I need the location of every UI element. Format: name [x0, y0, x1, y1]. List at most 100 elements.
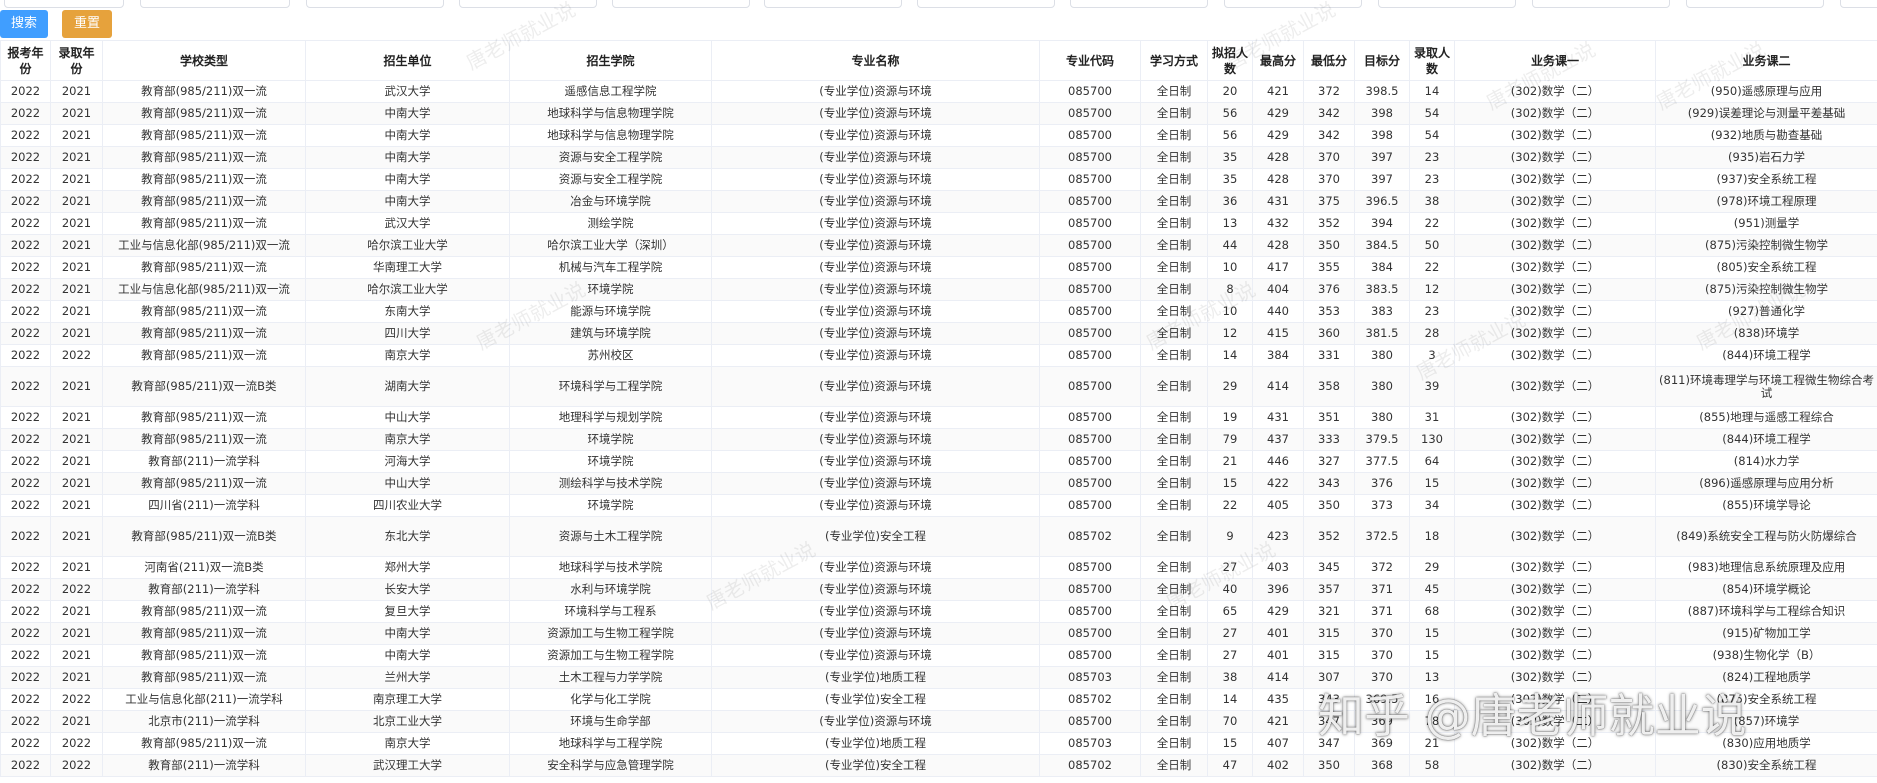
table-row[interactable]: 2022 2022 教育部(985/211)双一流 南京大学 地球科学与工程学院 (专业学…: [0, 732, 1877, 755]
column-header[interactable]: 业务课二: [1655, 40, 1877, 81]
table-cell: 085700: [1039, 102, 1141, 125]
table-row[interactable]: 2022 2021 教育部(985/211)双一流 东南大学 能源与环境学院 (专业学位)…: [0, 300, 1877, 323]
table-cell: 2022: [0, 102, 51, 125]
table-row[interactable]: 2022 2021 教育部(985/211)双一流 中山大学 地理科学与规划学院 (专业学…: [0, 406, 1877, 429]
table-row[interactable]: 2022 2022 教育部(211)一流学科 武汉理工大学 安全科学与应急管理学院 (专业…: [0, 754, 1877, 777]
table-row[interactable]: 2022 2021 教育部(985/211)双一流 中南大学 资源加工与生物工程学院 (专…: [0, 622, 1877, 645]
table-cell: (875)污染控制微生物学: [1655, 234, 1877, 257]
table-cell: 全日制: [1140, 622, 1208, 645]
column-header[interactable]: 最低分: [1303, 40, 1355, 81]
column-header[interactable]: 最高分: [1252, 40, 1304, 81]
table-row[interactable]: 2022 2021 工业与信息化部(985/211)双一流 哈尔滨工业大学 环境学院 (专…: [0, 278, 1877, 301]
filter-input[interactable]: 目标分: [1686, 0, 1824, 8]
table-row[interactable]: 2022 2021 教育部(985/211)双一流 中南大学 冶金与环境学院 (专业学位)…: [0, 190, 1877, 213]
table-row[interactable]: 2022 2021 四川省(211)一流学科 四川农业大学 环境学院 (专业学位)资源与环…: [0, 494, 1877, 517]
filter-input[interactable]: 最低分: [1532, 0, 1670, 8]
table-cell: (854)环境学概论: [1655, 578, 1877, 601]
column-header[interactable]: 学校类型: [102, 40, 306, 81]
filter-input[interactable]: 学习方式: [1224, 0, 1362, 8]
table-cell: 373: [1354, 494, 1410, 517]
column-header[interactable]: 业务课一: [1454, 40, 1656, 81]
table-cell: 12: [1409, 278, 1455, 301]
table-row[interactable]: 2022 2021 河南省(211)双一流B类 郑州大学 地球科学与技术学院 (专业学位)…: [0, 556, 1877, 579]
table-row[interactable]: 2022 2021 教育部(985/211)双一流 兰州大学 土木工程与力学学院 (专业学…: [0, 666, 1877, 689]
filter-input[interactable]: 报考年份: [4, 0, 124, 8]
column-header[interactable]: 学习方式: [1140, 40, 1208, 81]
table-cell: 2021: [50, 556, 103, 579]
table-cell: 27: [1207, 644, 1253, 667]
table-cell: 085700: [1039, 322, 1141, 345]
column-header[interactable]: 目标分: [1354, 40, 1410, 81]
table-cell: 370: [1354, 644, 1410, 667]
column-header[interactable]: 招生单位: [305, 40, 510, 81]
filter-input[interactable]: 专业名称: [917, 0, 1055, 8]
table-row[interactable]: 2022 2021 教育部(985/211)双一流 武汉大学 测绘学院 (专业学位)资源与…: [0, 212, 1877, 235]
table-cell: 10: [1207, 300, 1253, 323]
table-cell: 44: [1207, 234, 1253, 257]
filter-input[interactable]: 省份: [459, 0, 597, 8]
table-cell: 2022: [0, 754, 51, 777]
table-cell: 2021: [50, 366, 103, 407]
table-cell: 武汉大学: [305, 80, 510, 103]
column-header[interactable]: 录取年份: [50, 40, 103, 81]
table-cell: 398.5: [1354, 80, 1410, 103]
table-cell: (302)数学（二）: [1454, 450, 1656, 473]
table-cell: 全日制: [1140, 666, 1208, 689]
table-row[interactable]: 2022 2021 教育部(985/211)双一流 中南大学 地球科学与信息物理学院 (专…: [0, 102, 1877, 125]
table-row[interactable]: 2022 2021 教育部(985/211)双一流 中南大学 资源加工与生物工程学院 (专…: [0, 644, 1877, 667]
table-cell: 440: [1252, 300, 1304, 323]
reset-button[interactable]: 重置: [62, 10, 112, 38]
table-row[interactable]: 2022 2021 教育部(985/211)双一流B类 东北大学 资源与土木工程学院 (专…: [0, 516, 1877, 557]
column-header[interactable]: 拟招人数: [1207, 40, 1253, 81]
filter-input[interactable]: 招生学院: [764, 0, 902, 8]
table-cell: 中南大学: [305, 168, 510, 191]
search-button[interactable]: 搜索: [0, 10, 48, 38]
table-row[interactable]: 2022 2021 教育部(985/211)双一流 武汉大学 遥感信息工程学院 (专业学位…: [0, 80, 1877, 103]
column-header[interactable]: 录取人数: [1409, 40, 1455, 81]
table-row[interactable]: 2022 2021 教育部(985/211)双一流 四川大学 建筑与环境学院 (专业学位)…: [0, 322, 1877, 345]
table-cell: 085700: [1039, 600, 1141, 623]
table-row[interactable]: 2022 2022 教育部(985/211)双一流 南京大学 苏州校区 (专业学位)资源与…: [0, 344, 1877, 367]
table-cell: (302)数学（二）: [1454, 556, 1656, 579]
table-row[interactable]: 2022 2021 教育部(985/211)双一流 中南大学 地球科学与信息物理学院 (专…: [0, 124, 1877, 147]
column-header[interactable]: 招生学院: [509, 40, 712, 81]
filter-input[interactable]: 业务课一: [1840, 0, 1877, 8]
table-row[interactable]: 2022 2021 教育部(985/211)双一流 南京大学 环境学院 (专业学位)资源与…: [0, 428, 1877, 451]
column-header[interactable]: 专业名称: [711, 40, 1040, 81]
table-row[interactable]: 2022 2021 工业与信息化部(985/211)双一流 哈尔滨工业大学 哈尔滨工业大…: [0, 234, 1877, 257]
table-cell: 教育部(985/211)双一流B类: [102, 366, 306, 407]
table-row[interactable]: 2022 2021 北京市(211)一流学科 北京工业大学 环境与生命学部 (专业学位)资…: [0, 710, 1877, 733]
table-cell: 中山大学: [305, 472, 510, 495]
table-cell: (专业学位)资源与环境: [711, 212, 1040, 235]
table-cell: 中南大学: [305, 124, 510, 147]
table-row[interactable]: 2022 2021 教育部(985/211)双一流 华南理工大学 机械与汽车工程学院 (专…: [0, 256, 1877, 279]
table-row[interactable]: 2022 2022 教育部(211)一流学科 长安大学 水利与环境学院 (专业学位)资源与…: [0, 578, 1877, 601]
table-cell: 河南省(211)双一流B类: [102, 556, 306, 579]
table-cell: 350: [1303, 494, 1355, 517]
table-row[interactable]: 2022 2021 教育部(985/211)双一流 复旦大学 环境科学与工程系 (专业学位…: [0, 600, 1877, 623]
table-cell: 全日制: [1140, 168, 1208, 191]
table-cell: 27: [1207, 556, 1253, 579]
table-cell: 哈尔滨工业大学: [305, 278, 510, 301]
table-row[interactable]: 2022 2021 教育部(985/211)双一流 中山大学 测绘科学与技术学院 (专业学…: [0, 472, 1877, 495]
table-cell: 23: [1409, 146, 1455, 169]
column-header[interactable]: 专业代码: [1039, 40, 1141, 81]
filter-input[interactable]: 学校类型: [306, 0, 444, 8]
table-cell: 8: [1207, 278, 1253, 301]
filter-input[interactable]: 最高分: [1378, 0, 1516, 8]
table-row[interactable]: 2022 2021 教育部(985/211)双一流B类 湖南大学 环境科学与工程学院 (专…: [0, 366, 1877, 407]
table-row[interactable]: 2022 2022 工业与信息化部(211)一流学科 南京理工大学 化学与化工学院 (专业…: [0, 688, 1877, 711]
table-cell: (855)环境学导论: [1655, 494, 1877, 517]
table-cell: 南京大学: [305, 344, 510, 367]
table-row[interactable]: 2022 2021 教育部(985/211)双一流 中南大学 资源与安全工程学院 (专业学…: [0, 146, 1877, 169]
table-cell: 2022: [50, 344, 103, 367]
filter-input[interactable]: 录取年份: [140, 0, 290, 8]
table-cell: 085700: [1039, 256, 1141, 279]
filter-input[interactable]: 0857: [1070, 0, 1208, 8]
column-header[interactable]: 报考年份: [0, 40, 51, 81]
filter-input[interactable]: 招生单位: [612, 0, 750, 8]
table-row[interactable]: 2022 2021 教育部(985/211)双一流 中南大学 资源与安全工程学院 (专业学…: [0, 168, 1877, 191]
table-cell: 教育部(985/211)双一流: [102, 622, 306, 645]
table-cell: (302)数学（二）: [1454, 494, 1656, 517]
table-row[interactable]: 2022 2021 教育部(211)一流学科 河海大学 环境学院 (专业学位)资源与环境 0…: [0, 450, 1877, 473]
